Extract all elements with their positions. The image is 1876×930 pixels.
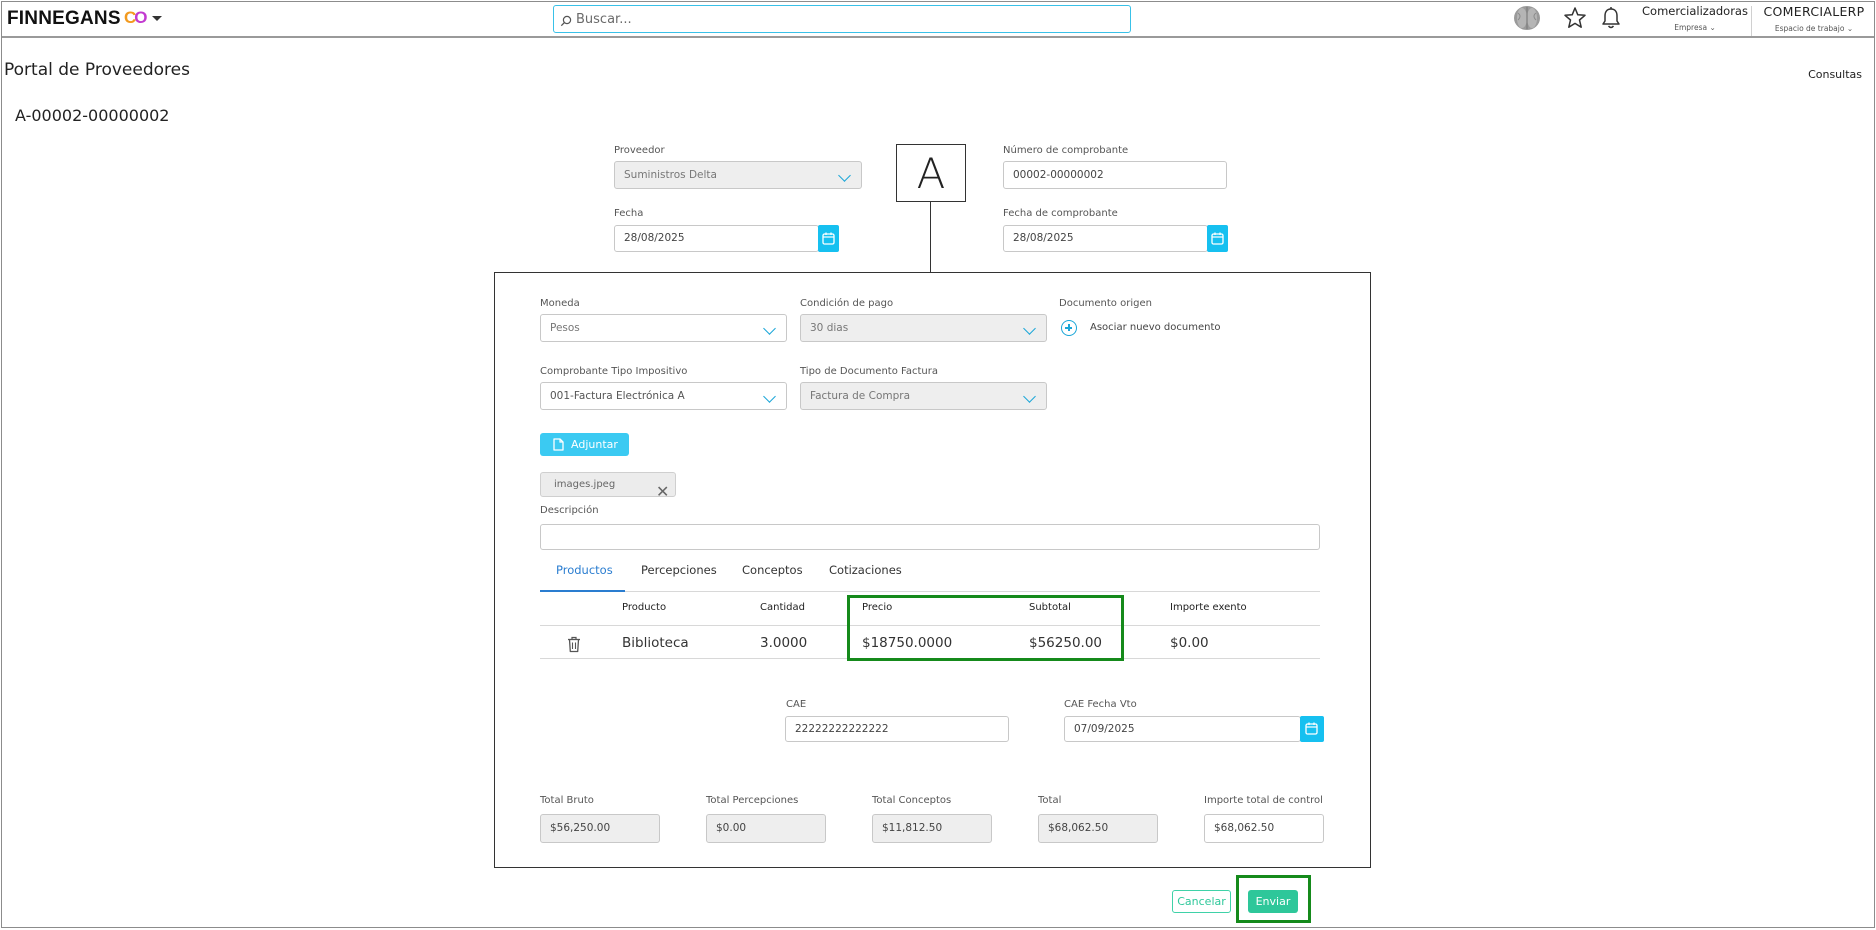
chevron-down-icon [1023,390,1036,403]
proveedor-select[interactable]: Suministros Delta [614,161,862,189]
company-name: Comercializadoras [1642,4,1748,18]
star-icon[interactable] [1563,6,1587,34]
highlight-box-precio-subtotal [847,595,1124,661]
brain-icon[interactable] [1512,5,1542,35]
tipo-documento-label: Tipo de Documento Factura [800,366,938,377]
divider [1751,6,1752,36]
workspace-name: COMERCIALERP [1763,4,1865,19]
invoice-letter-box: A [896,144,966,202]
connector-line [930,202,931,272]
finnegans-logo[interactable]: FINNEGANS [7,8,121,30]
proveedor-label: Proveedor [614,145,665,156]
total-percepciones-field: $0.00 [706,814,826,843]
importe-control-label: Importe total de control [1204,795,1323,806]
descripcion-label: Descripción [540,505,599,516]
documento-origen-label: Documento origen [1059,298,1152,309]
fecha-input[interactable]: 28/08/2025 [614,225,819,252]
search-box[interactable] [553,5,1131,33]
cae-fecha-vto-calendar-button[interactable] [1300,716,1324,742]
total-percepciones-label: Total Percepciones [706,795,799,806]
tipo-documento-select[interactable]: Factura de Compra [800,382,1047,410]
fecha-comprobante-input[interactable]: 28/08/2025 [1003,225,1208,252]
active-tab-indicator [540,590,625,592]
search-icon [560,12,572,31]
tab-productos[interactable]: Productos [556,563,613,577]
fecha-calendar-button[interactable] [818,225,839,252]
condicion-pago-select[interactable]: 30 dias [800,314,1047,342]
document-number: A-00002-00000002 [15,106,170,125]
asociar-documento-link[interactable]: Asociar nuevo documento [1090,322,1220,333]
calendar-icon [1211,232,1224,245]
moneda-label: Moneda [540,298,580,309]
comprobante-tipo-label: Comprobante Tipo Impositivo [540,366,688,377]
calendar-icon [822,232,835,245]
workspace-sub: Espacio de trabajo ⌄ [1774,24,1854,33]
numero-comprobante-label: Número de comprobante [1003,145,1129,156]
bell-icon[interactable] [1600,6,1622,34]
file-icon [553,438,564,451]
chevron-down-icon [838,169,851,182]
fecha-label: Fecha [614,208,644,219]
tabs-divider [540,591,1320,592]
cae-fecha-vto-label: CAE Fecha Vto [1064,699,1137,710]
comprobante-tipo-value: 001-Factura Electrónica A [550,390,685,402]
fecha-comprobante-calendar-button[interactable] [1207,225,1228,252]
moneda-value: Pesos [550,322,580,334]
top-bar: FINNEGANS CO Comercializadoras Empresa ⌄… [2,2,1874,38]
total-conceptos-label: Total Conceptos [872,795,952,806]
adjuntar-label: Adjuntar [571,438,618,451]
logo-mark: CO [124,8,148,28]
logo-mark-c: C [124,8,136,27]
numero-comprobante-input[interactable]: 00002-00000002 [1003,161,1227,189]
column-header-importe-exento: Importe exento [1170,602,1247,613]
importe-control-input[interactable]: $68,062.50 [1204,814,1324,843]
workspace-selector[interactable]: COMERCIALERP Espacio de trabajo ⌄ [1754,4,1874,33]
company-sub: Empresa ⌄ [1674,23,1716,32]
adjuntar-button[interactable]: Adjuntar [540,433,629,456]
descripcion-input[interactable] [540,524,1320,550]
moneda-select[interactable]: Pesos [540,314,787,342]
invoice-detail-panel [494,272,1371,868]
consultas-link[interactable]: Consultas [1808,68,1862,81]
cae-fecha-vto-input[interactable]: 07/09/2025 [1064,716,1301,742]
total-conceptos-field: $11,812.50 [872,814,992,843]
column-header-producto: Producto [622,602,667,613]
company-selector[interactable]: Comercializadoras Empresa ⌄ [1635,4,1755,32]
search-input[interactable] [576,9,1116,29]
fecha-comprobante-label: Fecha de comprobante [1003,208,1118,219]
chevron-down-icon [1023,322,1036,335]
column-header-cantidad: Cantidad [760,602,805,613]
tab-percepciones[interactable]: Percepciones [641,563,717,577]
cell-producto: Biblioteca [622,635,689,651]
tab-cotizaciones[interactable]: Cotizaciones [829,563,902,577]
total-label: Total [1038,795,1062,806]
trash-icon[interactable] [566,636,582,657]
logo-mark-o: O [134,8,147,27]
close-icon[interactable]: ✕ [656,484,669,500]
calendar-icon [1305,722,1318,735]
chevron-down-icon [763,390,776,403]
cell-cantidad: 3.0000 [760,635,808,651]
condicion-pago-label: Condición de pago [800,298,894,309]
add-circle-icon[interactable] [1061,320,1077,336]
chevron-down-icon[interactable] [152,16,162,21]
comprobante-tipo-select[interactable]: 001-Factura Electrónica A [540,382,787,410]
tab-conceptos[interactable]: Conceptos [742,563,803,577]
highlight-box-send [1236,875,1311,923]
cae-input[interactable]: 22222222222222 [785,716,1009,742]
cae-label: CAE [786,699,807,710]
total-bruto-label: Total Bruto [540,795,594,806]
tipo-documento-value: Factura de Compra [810,390,911,402]
chevron-down-icon [763,322,776,335]
cell-importe-exento: $0.00 [1170,635,1209,651]
page-title: Portal de Proveedores [4,60,190,80]
condicion-pago-value: 30 dias [810,322,849,334]
cancel-button[interactable]: Cancelar [1172,890,1231,913]
proveedor-value: Suministros Delta [624,169,717,181]
total-bruto-field: $56,250.00 [540,814,660,843]
total-field: $68,062.50 [1038,814,1158,843]
